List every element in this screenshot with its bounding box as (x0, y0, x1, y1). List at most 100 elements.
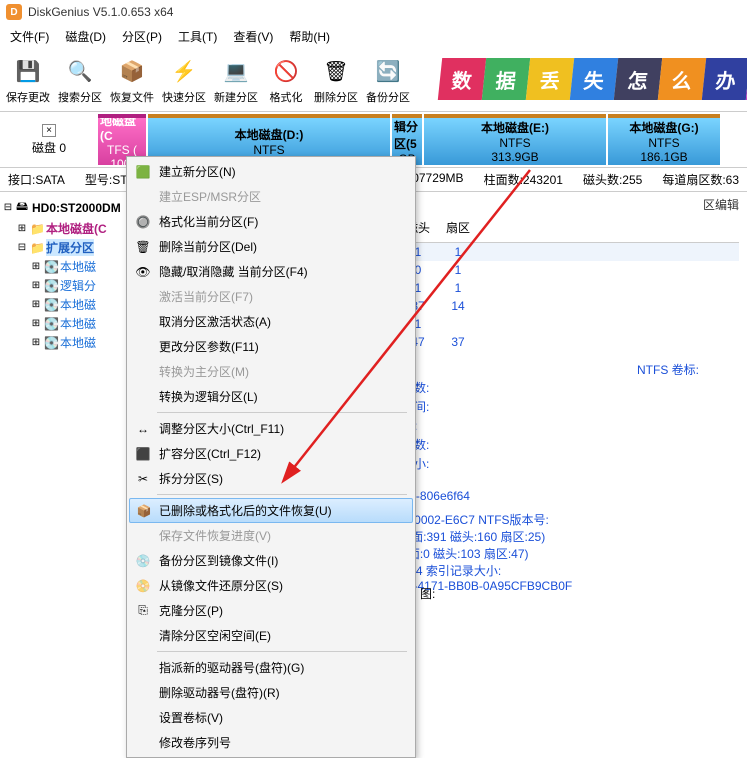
context-menu-item[interactable]: 转换为逻辑分区(L) (129, 384, 413, 409)
menu-item-icon: 🔘 (135, 215, 151, 229)
toolbar-button[interactable]: 🔍 搜索分区 (54, 53, 106, 107)
menu-item[interactable]: 查看(V) (227, 26, 279, 47)
partition-block[interactable]: 本地磁盘(E:)NTFS313.9GB (424, 114, 606, 165)
menu-item-label: 建立新分区(N) (159, 163, 236, 180)
toolbar-button[interactable]: 🔄 备份分区 (362, 53, 414, 107)
context-menu-item[interactable]: 更改分区参数(F11) (129, 334, 413, 359)
context-menu-item[interactable]: ⎘克隆分区(P) (129, 598, 413, 623)
context-menu-item[interactable]: 🗑 删除当前分区(Del) (129, 234, 413, 259)
tree-toggle-icon[interactable]: ⊞ (30, 318, 42, 329)
menu-item-label: 删除当前分区(Del) (159, 238, 257, 255)
context-menu-item[interactable]: 指派新的驱动器号(盘符)(G) (129, 655, 413, 680)
volume-icon: 💽 (44, 279, 58, 293)
context-menu-item[interactable]: ⬛扩容分区(Ctrl_F12) (129, 441, 413, 466)
tool-label: 快速分区 (162, 89, 206, 105)
banner-block: 据 (482, 58, 530, 100)
menu-item-label: 备份分区到镜像文件(I) (159, 552, 278, 569)
close-icon[interactable]: × (42, 124, 56, 137)
status-hint: 图: (420, 585, 435, 602)
context-menu-item[interactable]: 📀 从镜像文件还原分区(S) (129, 573, 413, 598)
tool-icon: 🔍 (64, 55, 96, 87)
promo-banner: 数据丢失怎么办DiskGen (440, 58, 747, 100)
menu-item-label: 更改分区参数(F11) (159, 338, 259, 355)
banner-block: 怎 (614, 58, 662, 100)
menu-item-label: 转换为主分区(M) (159, 363, 249, 380)
menu-item[interactable]: 磁盘(D) (59, 26, 112, 47)
tree-partition[interactable]: 逻辑分 (60, 277, 96, 294)
toolbar-button[interactable]: 💻新建分区 (210, 53, 262, 107)
menu-item-label: 取消分区激活状态(A) (159, 313, 271, 330)
tree-toggle-icon[interactable]: ⊟ (2, 202, 14, 213)
context-menu-item[interactable]: 修改卷序列号 (129, 730, 413, 755)
volume-icon: 💽 (44, 336, 58, 350)
tool-icon: 💻 (220, 55, 252, 87)
tree-partition-c[interactable]: 本地磁盘(C (46, 220, 107, 237)
menu-item-icon: ↔ (135, 422, 151, 436)
menu-item-label: 隐藏/取消隐藏 当前分区(F4) (159, 263, 308, 280)
menu-item[interactable]: 文件(F) (4, 26, 55, 47)
tree-hd0[interactable]: HD0:ST2000DM (32, 201, 121, 215)
context-menu-item: 转换为主分区(M) (129, 359, 413, 384)
toolbar-button[interactable]: 📦 恢复文件 (106, 53, 158, 107)
tree-toggle-icon[interactable]: ⊞ (30, 261, 42, 272)
context-menu-item[interactable]: 清除分区空闲空间(E) (129, 623, 413, 648)
banner-block: 失 (570, 58, 618, 100)
tree-partition[interactable]: 本地磁 (60, 315, 96, 332)
toolbar-button[interactable]: 💾保存更改 (2, 53, 54, 107)
tree-toggle-icon[interactable]: ⊞ (30, 280, 42, 291)
tool-icon: 📦 (116, 55, 148, 87)
menu-item-label: 调整分区大小(Ctrl_F11) (159, 420, 284, 437)
tree-partition[interactable]: 本地磁 (60, 334, 96, 351)
context-menu-item: 激活当前分区(F7) (129, 284, 413, 309)
tool-label: 删除分区 (314, 89, 358, 105)
tool-label: 恢复文件 (110, 89, 154, 105)
menu-item[interactable]: 分区(P) (116, 26, 168, 47)
menu-item-label: 转换为逻辑分区(L) (159, 388, 258, 405)
toolbar-button[interactable]: ⚡ 快速分区 (158, 53, 210, 107)
interface-label: 接口:SATA (8, 171, 65, 188)
tree-partition[interactable]: 本地磁 (60, 296, 96, 313)
context-menu-item[interactable]: 💿 备份分区到镜像文件(I) (129, 548, 413, 573)
menu-separator (157, 494, 407, 495)
tree-toggle-icon[interactable]: ⊞ (16, 223, 28, 234)
menu-separator (157, 412, 407, 413)
context-menu-item[interactable]: 取消分区激活状态(A) (129, 309, 413, 334)
tool-icon: 🔄 (372, 55, 404, 87)
menu-item-label: 建立ESP/MSR分区 (159, 188, 261, 205)
tree-toggle-icon[interactable]: ⊞ (30, 337, 42, 348)
toolbar-button[interactable]: 🚫 格式化 (262, 53, 310, 107)
context-menu-item[interactable]: 设置卷标(V) (129, 705, 413, 730)
menu-item-icon: 📀 (135, 579, 151, 593)
context-menu-item[interactable]: 👁隐藏/取消隐藏 当前分区(F4) (129, 259, 413, 284)
volume-icon: 💽 (44, 317, 58, 331)
tree-toggle-icon[interactable]: ⊟ (16, 242, 28, 253)
tool-label: 搜索分区 (58, 89, 102, 105)
menu-item-label: 已删除或格式化后的文件恢复(U) (159, 502, 332, 519)
grid-header-cell[interactable]: 扇区 (438, 217, 478, 238)
tree-toggle-icon[interactable]: ⊞ (30, 299, 42, 310)
tool-icon: 🚫 (270, 55, 302, 87)
menu-separator (157, 651, 407, 652)
menu-item[interactable]: 工具(T) (172, 26, 223, 47)
context-menu-item[interactable]: 删除驱动器号(盘符)(R) (129, 680, 413, 705)
menu-item-icon: 💿 (135, 554, 151, 568)
tool-label: 格式化 (270, 89, 303, 105)
partition-block[interactable]: 本地磁盘(G:)NTFS186.1GB (608, 114, 720, 165)
tool-icon: ⚡ (168, 55, 200, 87)
sectors-label: 每道扇区数:63 (662, 171, 739, 188)
menu-item-label: 从镜像文件还原分区(S) (159, 577, 283, 594)
banner-block: 么 (658, 58, 706, 100)
menu-item[interactable]: 帮助(H) (283, 26, 336, 47)
context-menu-item[interactable]: 🟩建立新分区(N) (129, 159, 413, 184)
tool-label: 备份分区 (366, 89, 410, 105)
toolbar-button[interactable]: 🗑删除分区 (310, 53, 362, 107)
tree-extended-partition[interactable]: 扩展分区 (46, 239, 94, 256)
context-menu-item[interactable]: ↔ 调整分区大小(Ctrl_F11) (129, 416, 413, 441)
banner-block: 办 (702, 58, 747, 100)
menu-item-icon: 🗑 (135, 240, 151, 254)
tree-partition[interactable]: 本地磁 (60, 258, 96, 275)
menu-item-label: 克隆分区(P) (159, 602, 223, 619)
context-menu-item[interactable]: ✂拆分分区(S) (129, 466, 413, 491)
context-menu-item[interactable]: 📦已删除或格式化后的文件恢复(U) (129, 498, 413, 523)
context-menu-item[interactable]: 🔘格式化当前分区(F) (129, 209, 413, 234)
